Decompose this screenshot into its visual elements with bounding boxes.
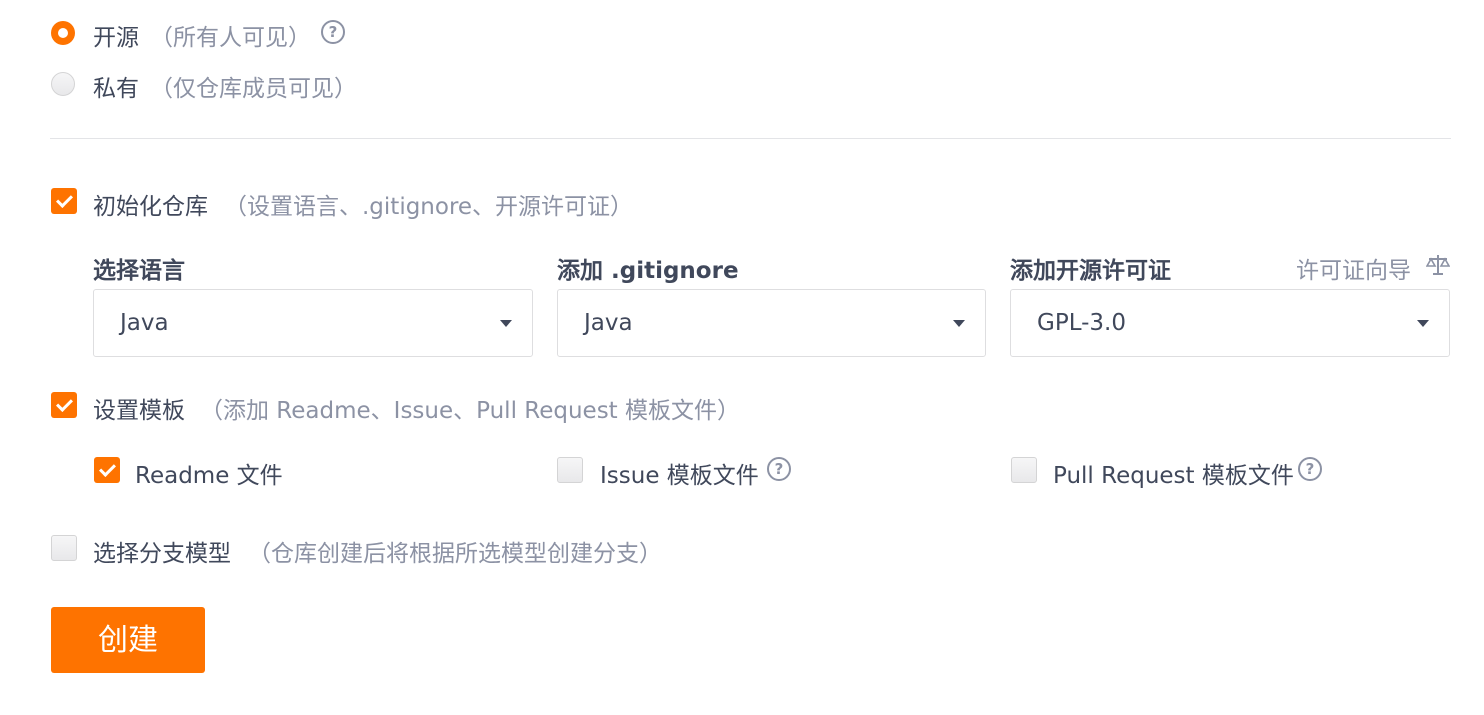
private-label[interactable]: 私有 bbox=[93, 69, 139, 103]
question-circle-icon[interactable]: ? bbox=[767, 457, 791, 481]
license-value: GPL-3.0 bbox=[1037, 310, 1126, 336]
template-hint: （添加 Readme、Issue、Pull Request 模板文件） bbox=[200, 398, 741, 424]
question-circle-icon[interactable]: ? bbox=[321, 20, 345, 44]
gitignore-value: Java bbox=[584, 310, 633, 336]
caret-down-icon bbox=[500, 320, 512, 327]
language-title: 选择语言 bbox=[93, 258, 185, 284]
pr-template-label[interactable]: Pull Request 模板文件 bbox=[1053, 456, 1294, 490]
template-checkbox[interactable] bbox=[51, 392, 77, 418]
issue-template-checkbox[interactable] bbox=[557, 457, 583, 483]
language-select[interactable]: Java bbox=[93, 289, 533, 357]
open-label[interactable]: 开源 bbox=[93, 18, 139, 52]
license-select[interactable]: GPL-3.0 bbox=[1010, 289, 1450, 357]
caret-down-icon bbox=[1417, 320, 1429, 327]
issue-template-label[interactable]: Issue 模板文件 bbox=[600, 456, 759, 490]
license-title: 添加开源许可证 bbox=[1010, 258, 1171, 284]
init-repo-hint: （设置语言、.gitignore、开源许可证） bbox=[224, 194, 634, 220]
template-label[interactable]: 设置模板 bbox=[93, 391, 185, 425]
create-button[interactable]: 创建 bbox=[51, 607, 205, 673]
init-repo-label[interactable]: 初始化仓库 bbox=[93, 187, 208, 221]
branch-model-checkbox[interactable] bbox=[51, 535, 77, 561]
divider bbox=[50, 138, 1451, 139]
caret-down-icon bbox=[953, 320, 965, 327]
gitignore-select[interactable]: Java bbox=[557, 289, 986, 357]
question-circle-icon[interactable]: ? bbox=[1298, 457, 1322, 481]
branch-model-label[interactable]: 选择分支模型 bbox=[93, 534, 231, 568]
private-hint: （仅仓库成员可见） bbox=[150, 76, 357, 102]
gitignore-title: 添加 .gitignore bbox=[557, 258, 739, 284]
language-value: Java bbox=[120, 310, 169, 336]
pr-template-checkbox[interactable] bbox=[1011, 457, 1037, 483]
radio-private[interactable] bbox=[51, 72, 75, 96]
radio-open[interactable] bbox=[51, 21, 75, 45]
init-repo-checkbox[interactable] bbox=[51, 188, 77, 214]
scale-icon[interactable] bbox=[1425, 253, 1451, 277]
branch-model-hint: （仓库创建后将根据所选模型创建分支） bbox=[248, 541, 662, 567]
readme-checkbox[interactable] bbox=[94, 457, 120, 483]
open-hint: （所有人可见） bbox=[150, 25, 311, 51]
readme-label[interactable]: Readme 文件 bbox=[135, 456, 283, 490]
license-guide-link[interactable]: 许可证向导 bbox=[1296, 251, 1411, 285]
